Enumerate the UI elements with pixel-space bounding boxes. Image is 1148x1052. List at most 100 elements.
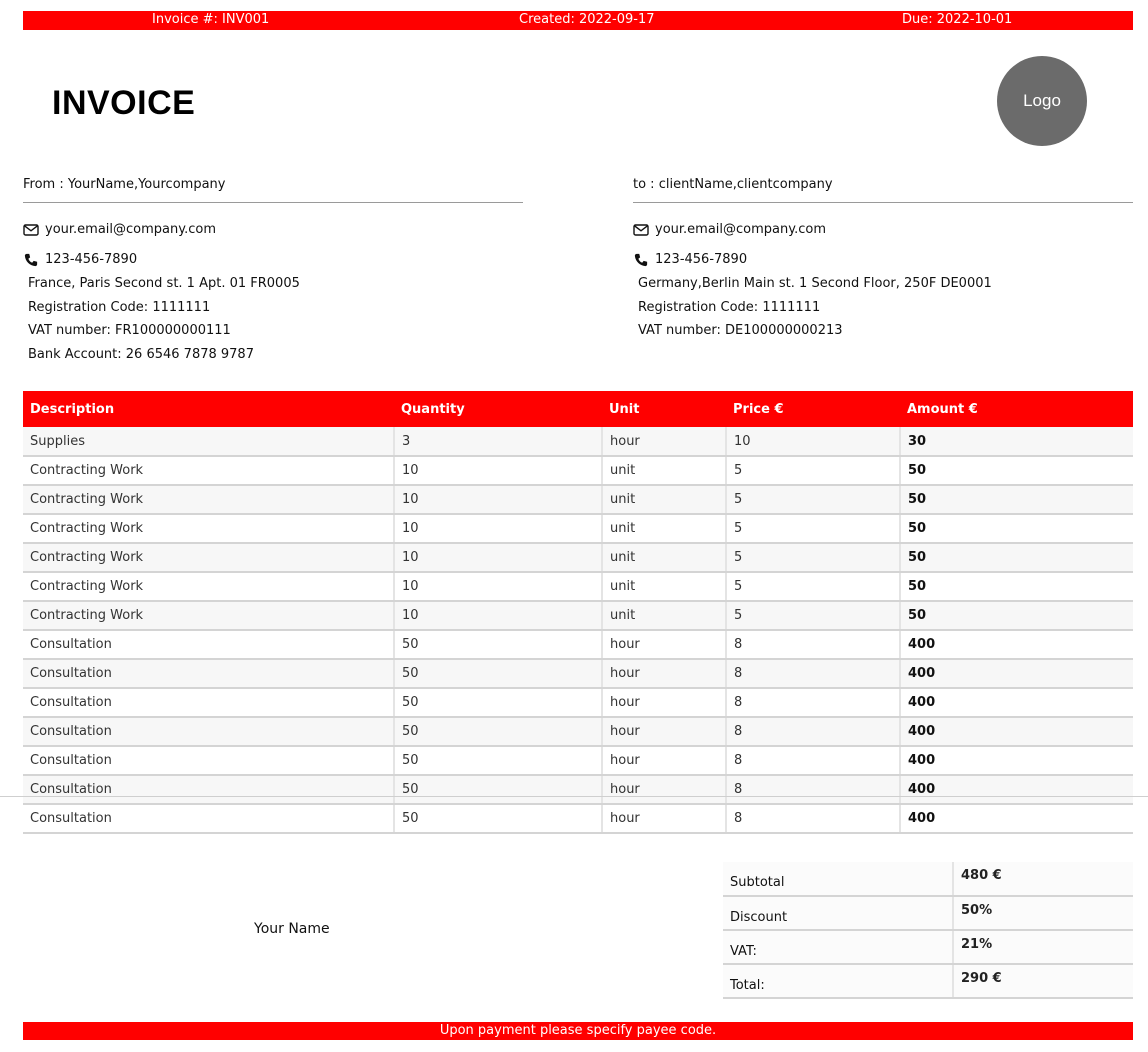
cell-description: Consultation bbox=[23, 775, 395, 805]
discount-value: 50% bbox=[953, 896, 1133, 931]
cell-amount: 50 bbox=[900, 543, 1133, 573]
vat-label: VAT: bbox=[723, 930, 954, 965]
cell-price: 5 bbox=[726, 572, 901, 602]
cell-amount: 50 bbox=[900, 572, 1133, 602]
envelope-icon bbox=[633, 223, 649, 236]
line-items-table: Description Quantity Unit Price € Amount… bbox=[23, 391, 1133, 834]
cell-quantity: 50 bbox=[394, 804, 603, 834]
phone-icon bbox=[633, 253, 649, 267]
cell-unit: unit bbox=[602, 601, 727, 631]
sender-block: From : YourName,Yourcompany your.email@c… bbox=[23, 175, 523, 362]
cell-unit: unit bbox=[602, 456, 727, 486]
client-block: to : clientName,clientcompany your.email… bbox=[633, 175, 1133, 338]
column-header-description: Description bbox=[23, 391, 394, 427]
cell-unit: hour bbox=[602, 717, 727, 747]
cell-amount: 30 bbox=[900, 427, 1133, 457]
cell-quantity: 50 bbox=[394, 630, 603, 660]
cell-quantity: 10 bbox=[394, 514, 603, 544]
client-vat: VAT number: DE100000000213 bbox=[638, 323, 843, 338]
sender-email-line: your.email@company.com bbox=[23, 222, 216, 237]
invoice-title: INVOICE bbox=[52, 84, 196, 122]
cell-description: Consultation bbox=[23, 688, 395, 718]
total-value: 290 € bbox=[953, 964, 1133, 999]
cell-description: Consultation bbox=[23, 717, 395, 747]
cell-unit: hour bbox=[602, 775, 727, 805]
cell-amount: 50 bbox=[900, 601, 1133, 631]
table-row: Contracting Work 10 unit 5 50 bbox=[23, 514, 1133, 544]
sender-heading: From : YourName,Yourcompany bbox=[23, 175, 523, 203]
sender-bank-account: Bank Account: 26 6546 7878 9787 bbox=[28, 347, 254, 362]
subtotal-value: 480 € bbox=[953, 862, 1133, 897]
cell-unit: unit bbox=[602, 485, 727, 515]
phone-icon bbox=[23, 253, 39, 267]
totals-row-subtotal: Subtotal 480 € bbox=[723, 862, 1133, 897]
table-row: Consultation 50 hour 8 400 bbox=[23, 804, 1133, 834]
cell-quantity: 10 bbox=[394, 543, 603, 573]
column-header-amount: Amount € bbox=[900, 391, 1133, 427]
cell-amount: 400 bbox=[900, 659, 1133, 689]
cell-amount: 50 bbox=[900, 514, 1133, 544]
sender-registration: Registration Code: 1111111 bbox=[28, 300, 211, 315]
cell-description: Contracting Work bbox=[23, 543, 395, 573]
due-date: Due: 2022-10-01 bbox=[902, 12, 1013, 27]
cell-description: Consultation bbox=[23, 746, 395, 776]
sender-address: France, Paris Second st. 1 Apt. 01 FR000… bbox=[28, 276, 300, 291]
table-row: Consultation 50 hour 8 400 bbox=[23, 630, 1133, 660]
table-row: Supplies 3 hour 10 30 bbox=[23, 427, 1133, 457]
table-row: Contracting Work 10 unit 5 50 bbox=[23, 572, 1133, 602]
cell-price: 5 bbox=[726, 601, 901, 631]
cell-description: Consultation bbox=[23, 630, 395, 660]
cell-amount: 400 bbox=[900, 746, 1133, 776]
table-row: Consultation 50 hour 8 400 bbox=[23, 688, 1133, 718]
totals-row-discount: Discount 50% bbox=[723, 896, 1133, 931]
cell-price: 8 bbox=[726, 630, 901, 660]
cell-description: Supplies bbox=[23, 427, 395, 457]
table-row: Contracting Work 10 unit 5 50 bbox=[23, 456, 1133, 486]
client-email: your.email@company.com bbox=[655, 222, 826, 237]
table-row: Consultation 50 hour 8 400 bbox=[23, 717, 1133, 747]
cell-amount: 400 bbox=[900, 804, 1133, 834]
cell-quantity: 10 bbox=[394, 601, 603, 631]
client-email-line: your.email@company.com bbox=[633, 222, 826, 237]
client-phone-line: 123-456-7890 bbox=[633, 252, 747, 267]
invoice-number: Invoice #: INV001 bbox=[152, 12, 270, 27]
cell-quantity: 3 bbox=[394, 427, 603, 457]
cell-quantity: 10 bbox=[394, 572, 603, 602]
cell-amount: 400 bbox=[900, 630, 1133, 660]
cell-price: 8 bbox=[726, 775, 901, 805]
cell-description: Contracting Work bbox=[23, 514, 395, 544]
table-row: Contracting Work 10 unit 5 50 bbox=[23, 485, 1133, 515]
cell-price: 10 bbox=[726, 427, 901, 457]
payment-note-bar: Upon payment please specify payee code. bbox=[23, 1022, 1133, 1040]
cell-unit: hour bbox=[602, 688, 727, 718]
cell-quantity: 50 bbox=[394, 775, 603, 805]
table-header-row: Description Quantity Unit Price € Amount… bbox=[23, 391, 1133, 427]
cell-unit: hour bbox=[602, 804, 727, 834]
cell-description: Contracting Work bbox=[23, 601, 395, 631]
cell-amount: 400 bbox=[900, 775, 1133, 805]
vat-value: 21% bbox=[953, 930, 1133, 965]
cell-quantity: 50 bbox=[394, 746, 603, 776]
cell-price: 5 bbox=[726, 514, 901, 544]
cell-price: 5 bbox=[726, 543, 901, 573]
cell-description: Contracting Work bbox=[23, 456, 395, 486]
cell-description: Consultation bbox=[23, 804, 395, 834]
client-heading: to : clientName,clientcompany bbox=[633, 175, 1133, 203]
cell-price: 8 bbox=[726, 746, 901, 776]
sender-phone: 123-456-7890 bbox=[45, 252, 138, 267]
logo: Logo bbox=[997, 56, 1087, 146]
discount-label: Discount bbox=[723, 896, 954, 931]
table-row: Contracting Work 10 unit 5 50 bbox=[23, 543, 1133, 573]
sender-email: your.email@company.com bbox=[45, 222, 216, 237]
cell-unit: unit bbox=[602, 543, 727, 573]
cell-price: 5 bbox=[726, 456, 901, 486]
column-header-quantity: Quantity bbox=[394, 391, 602, 427]
cell-amount: 400 bbox=[900, 688, 1133, 718]
cell-price: 8 bbox=[726, 717, 901, 747]
cell-quantity: 10 bbox=[394, 485, 603, 515]
cell-unit: unit bbox=[602, 514, 727, 544]
column-header-price: Price € bbox=[726, 391, 900, 427]
cell-amount: 50 bbox=[900, 485, 1133, 515]
total-label: Total: bbox=[723, 964, 954, 999]
created-date: Created: 2022-09-17 bbox=[519, 12, 655, 27]
